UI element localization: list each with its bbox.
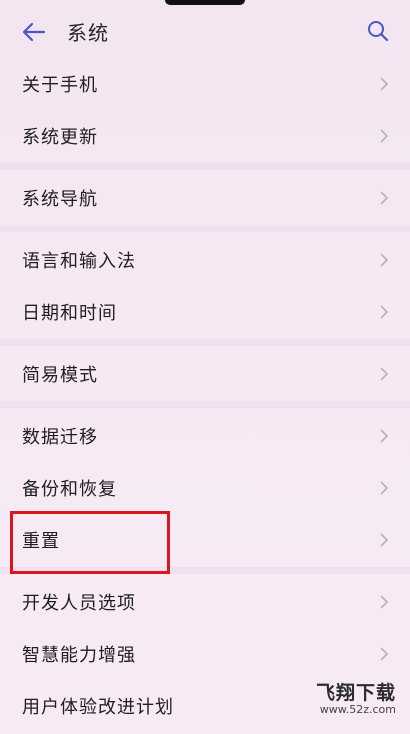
page-title: 系统	[67, 21, 109, 45]
group-divider	[0, 401, 410, 408]
chevron-right-icon	[378, 532, 390, 548]
group-divider	[0, 163, 410, 170]
search-button[interactable]	[364, 17, 392, 45]
menu-item-label: 日期和时间	[22, 303, 117, 324]
menu-item-date-time[interactable]: 日期和时间	[0, 285, 410, 339]
menu-item-label: 系统导航	[22, 189, 98, 210]
menu-item-label: 用户体验改进计划	[22, 697, 174, 718]
menu-item-label: 备份和恢复	[22, 479, 117, 500]
menu-item-smart-enhance[interactable]: 智慧能力增强	[0, 627, 410, 681]
arrow-left-icon	[22, 22, 46, 42]
group-divider	[0, 225, 410, 232]
watermark-domain: www.52z.com	[319, 703, 396, 716]
chevron-right-icon	[378, 76, 390, 92]
menu-item-label: 语言和输入法	[22, 251, 136, 272]
menu-item-simple-mode[interactable]: 简易模式	[0, 347, 410, 401]
chevron-right-icon	[378, 646, 390, 662]
menu-item-developer-options[interactable]: 开发人员选项	[0, 575, 410, 629]
menu-item-language-input[interactable]: 语言和输入法	[0, 233, 410, 287]
chevron-right-icon	[378, 128, 390, 144]
menu-item-backup-restore[interactable]: 备份和恢复	[0, 461, 410, 515]
menu-item-about-phone[interactable]: 关于手机	[0, 57, 410, 111]
menu-item-label: 数据迁移	[22, 427, 98, 448]
watermark-brand: 飞翔下载	[315, 682, 396, 704]
back-button[interactable]	[20, 18, 48, 46]
menu-item-label: 重置	[22, 531, 60, 552]
top-app-bar: 系统	[0, 0, 410, 62]
group-divider	[0, 339, 410, 346]
menu-item-system-update[interactable]: 系统更新	[0, 109, 410, 163]
chevron-right-icon	[378, 190, 390, 206]
group-divider	[0, 567, 410, 574]
chevron-right-icon	[378, 252, 390, 268]
chevron-right-icon	[378, 428, 390, 444]
site-watermark: 飞翔下载 www.52z.com	[316, 678, 396, 716]
menu-item-label: 智慧能力增强	[22, 645, 136, 666]
menu-item-data-migration[interactable]: 数据迁移	[0, 409, 410, 463]
menu-item-label: 系统更新	[22, 127, 98, 148]
chevron-right-icon	[378, 594, 390, 610]
menu-item-system-navigation[interactable]: 系统导航	[0, 171, 410, 225]
menu-item-label: 简易模式	[22, 365, 98, 386]
chevron-right-icon	[378, 304, 390, 320]
menu-item-reset[interactable]: 重置	[0, 513, 410, 567]
chevron-right-icon	[378, 480, 390, 496]
menu-item-label: 开发人员选项	[22, 593, 136, 614]
search-icon	[368, 21, 389, 42]
chevron-right-icon	[378, 366, 390, 382]
menu-item-label: 关于手机	[22, 75, 98, 96]
